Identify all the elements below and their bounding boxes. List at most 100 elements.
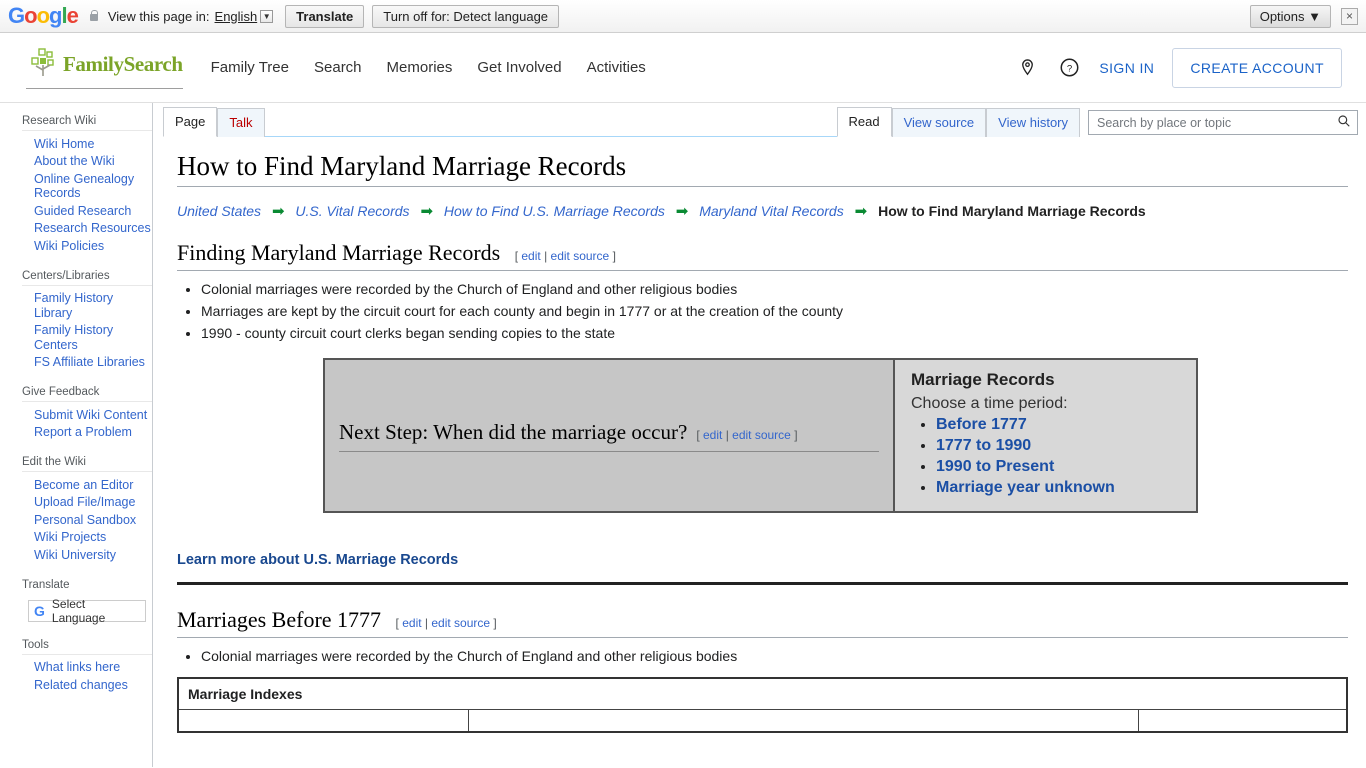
translate-button[interactable]: Translate bbox=[285, 4, 365, 28]
sidebar-item-about-the-wiki[interactable]: About the Wiki bbox=[34, 153, 152, 171]
sidebar-item-related-changes[interactable]: Related changes bbox=[34, 676, 152, 694]
sidebar-item-guided-research[interactable]: Guided Research bbox=[34, 202, 152, 220]
list-item[interactable]: 1777 to 1990 bbox=[936, 437, 1184, 455]
sidebar-item-submit-wiki-content[interactable]: Submit Wiki Content bbox=[34, 406, 152, 424]
learn-more-link[interactable]: Learn more about U.S. Marriage Records bbox=[177, 552, 458, 568]
select-language-label: Select Language bbox=[51, 596, 106, 625]
sidebar-link-submit-wiki-content[interactable]: Submit Wiki Content bbox=[34, 406, 152, 424]
sidebar-link-wiki-projects[interactable]: Wiki Projects bbox=[34, 529, 152, 547]
marriage-records-title: Marriage Records bbox=[911, 370, 1055, 389]
sidebar-item-wiki-university[interactable]: Wiki University bbox=[34, 546, 152, 564]
edit-link[interactable]: edit bbox=[402, 616, 421, 630]
table-cell bbox=[177, 709, 469, 732]
tab-page[interactable]: Page bbox=[163, 107, 218, 137]
sidebar-item-wiki-home[interactable]: Wiki Home bbox=[34, 135, 152, 153]
turn-off-translate-button[interactable]: Turn off for: Detect language bbox=[372, 4, 560, 28]
sidebar-link-personal-sandbox[interactable]: Personal Sandbox bbox=[34, 511, 152, 529]
sidebar-link-wiki-home[interactable]: Wiki Home bbox=[34, 135, 152, 153]
next-step-box: Next Step: When did the marriage occur? … bbox=[323, 358, 895, 513]
next-step-heading: Next Step: When did the marriage occur? … bbox=[339, 420, 879, 452]
sidebar-link-wiki-policies[interactable]: Wiki Policies bbox=[34, 237, 152, 255]
tab-read[interactable]: Read bbox=[836, 107, 892, 137]
sidebar-item-become-an-editor[interactable]: Become an Editor bbox=[34, 476, 152, 494]
table-caption: Marriage Indexes bbox=[177, 677, 1348, 710]
breadcrumb-item-how-to-find-us-marriage-records[interactable]: How to Find U.S. Marriage Records bbox=[444, 203, 665, 219]
sidebar-link-family-history-library[interactable]: Family History Library bbox=[34, 290, 152, 322]
nav-item-get-involved[interactable]: Get Involved bbox=[477, 59, 561, 76]
sidebar-link-what-links-here[interactable]: What links here bbox=[34, 659, 152, 677]
edit-link[interactable]: edit bbox=[703, 428, 722, 442]
sidebar-item-personal-sandbox[interactable]: Personal Sandbox bbox=[34, 511, 152, 529]
section-heading-marriages-before-1777: Marriages Before 1777 [ edit | edit sour… bbox=[177, 607, 1348, 638]
sidebar-link-family-history-centers[interactable]: Family History Centers bbox=[34, 322, 152, 354]
list-item[interactable]: Before 1777 bbox=[936, 416, 1184, 434]
section-heading-text: Marriages Before 1777 bbox=[177, 607, 382, 632]
options-button[interactable]: Options ▼ bbox=[1249, 5, 1331, 28]
sidebar-link-online-genealogy-records[interactable]: Online Genealogy Records bbox=[34, 170, 152, 202]
marriage-records-link-list: Before 1777 1777 to 1990 1990 to Present… bbox=[911, 416, 1184, 497]
search-input[interactable] bbox=[1095, 114, 1337, 131]
edit-link[interactable]: edit bbox=[521, 249, 540, 263]
sidebar-item-report-a-problem[interactable]: Report a Problem bbox=[34, 424, 152, 442]
list-item[interactable]: 1990 to Present bbox=[936, 458, 1184, 476]
breadcrumb-arrow-icon: ➡ bbox=[271, 203, 285, 220]
close-icon[interactable]: × bbox=[1341, 8, 1358, 25]
sidebar-item-wiki-policies[interactable]: Wiki Policies bbox=[34, 237, 152, 255]
breadcrumb-item-us-vital-records[interactable]: U.S. Vital Records bbox=[295, 203, 409, 219]
nav-item-family-tree[interactable]: Family Tree bbox=[211, 59, 289, 76]
select-language-widget[interactable]: G Select Language bbox=[28, 596, 146, 625]
sidebar-item-online-genealogy-records[interactable]: Online Genealogy Records bbox=[34, 170, 152, 202]
table-cell bbox=[467, 709, 1139, 732]
nav-item-search[interactable]: Search bbox=[314, 59, 362, 76]
sidebar-link-upload-file-image[interactable]: Upload File/Image bbox=[34, 494, 152, 512]
chevron-down-icon[interactable]: ▼ bbox=[260, 9, 274, 23]
nav-item-memories[interactable]: Memories bbox=[387, 59, 453, 76]
list-item[interactable]: Marriage year unknown bbox=[936, 479, 1184, 497]
edit-source-link[interactable]: edit source bbox=[732, 428, 791, 442]
sidebar-item-family-history-library[interactable]: Family History Library bbox=[34, 290, 152, 322]
sidebar-item-wiki-projects[interactable]: Wiki Projects bbox=[34, 529, 152, 547]
breadcrumb-item-united-states[interactable]: United States bbox=[177, 203, 261, 219]
sidebar-link-become-an-editor[interactable]: Become an Editor bbox=[34, 476, 152, 494]
breadcrumb-item-maryland-vital-records[interactable]: Maryland Vital Records bbox=[699, 203, 843, 219]
link-marriage-year-unknown[interactable]: Marriage year unknown bbox=[936, 479, 1115, 496]
sidebar-link-related-changes[interactable]: Related changes bbox=[34, 676, 152, 694]
sidebar-link-about-the-wiki[interactable]: About the Wiki bbox=[34, 153, 152, 171]
sign-in-link[interactable]: SIGN IN bbox=[1099, 60, 1154, 76]
next-step-heading-text: Next Step: When did the marriage occur? bbox=[339, 419, 688, 444]
create-account-button[interactable]: CREATE ACCOUNT bbox=[1172, 47, 1342, 88]
tab-talk[interactable]: Talk bbox=[217, 108, 265, 137]
sidebar-item-fs-affiliate-libraries[interactable]: FS Affiliate Libraries bbox=[34, 354, 152, 372]
location-pin-icon[interactable] bbox=[1015, 56, 1039, 80]
sidebar-link-guided-research[interactable]: Guided Research bbox=[34, 202, 152, 220]
language-selector[interactable]: English ▼ bbox=[215, 9, 274, 24]
tab-view-source[interactable]: View source bbox=[891, 108, 987, 137]
search-box[interactable] bbox=[1088, 110, 1358, 135]
sidebar-item-upload-file-image[interactable]: Upload File/Image bbox=[34, 494, 152, 512]
edit-source-link[interactable]: edit source bbox=[551, 249, 610, 263]
familysearch-logo[interactable]: FamilySearch bbox=[26, 46, 183, 89]
sidebar-link-research-resources[interactable]: Research Resources bbox=[34, 220, 152, 238]
sidebar-heading-tools: Tools bbox=[22, 638, 49, 651]
sidebar-link-report-a-problem[interactable]: Report a Problem bbox=[34, 424, 152, 442]
edit-source-link[interactable]: edit source bbox=[431, 616, 490, 630]
sidebar: Research Wiki Wiki Home About the Wiki O… bbox=[0, 103, 152, 767]
sidebar-item-what-links-here[interactable]: What links here bbox=[34, 659, 152, 677]
next-step-row: Next Step: When did the marriage occur? … bbox=[323, 358, 1348, 513]
sidebar-heading-research-wiki: Research Wiki bbox=[22, 115, 97, 127]
sidebar-item-family-history-centers[interactable]: Family History Centers bbox=[34, 322, 152, 354]
tab-view-history[interactable]: View history bbox=[986, 108, 1080, 137]
breadcrumb-current: How to Find Maryland Marriage Records bbox=[878, 203, 1146, 219]
search-icon[interactable] bbox=[1337, 114, 1351, 131]
link-before-1777[interactable]: Before 1777 bbox=[936, 416, 1027, 433]
sidebar-link-wiki-university[interactable]: Wiki University bbox=[34, 546, 152, 564]
link-1777-to-1990[interactable]: 1777 to 1990 bbox=[936, 437, 1031, 454]
link-1990-to-present[interactable]: 1990 to Present bbox=[936, 458, 1054, 475]
tab-filler bbox=[264, 109, 837, 137]
section-edit-links: [ edit | edit source ] bbox=[395, 616, 497, 630]
sidebar-item-research-resources[interactable]: Research Resources bbox=[34, 220, 152, 238]
nav-item-activities[interactable]: Activities bbox=[587, 59, 646, 76]
sidebar-link-fs-affiliate-libraries[interactable]: FS Affiliate Libraries bbox=[34, 354, 152, 372]
language-selector-label[interactable]: English bbox=[215, 9, 258, 24]
help-circle-icon[interactable]: ? bbox=[1057, 56, 1081, 80]
